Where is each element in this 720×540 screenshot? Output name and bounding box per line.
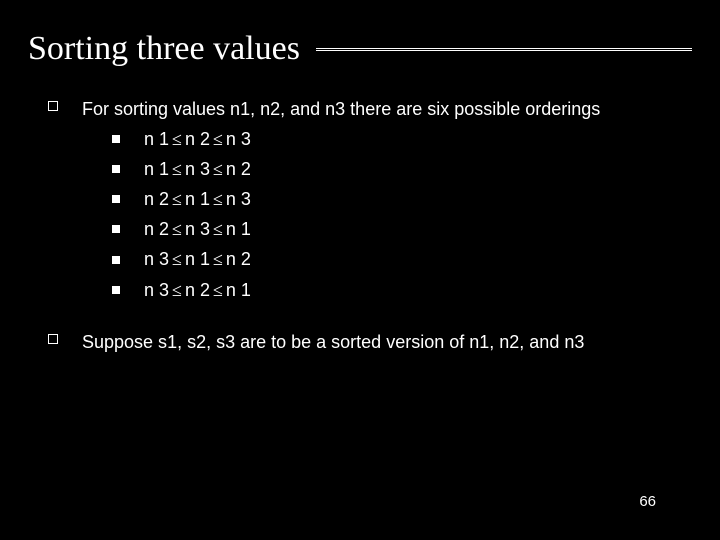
hollow-square-icon [48,334,58,344]
bullet-text-2: Suppose s1, s2, s3 are to be a sorted ve… [82,329,682,355]
title-rule [316,48,692,51]
bullet-text-1: For sorting values n1, n2, and n3 there … [82,96,682,307]
ordering-text: n 2≤n 3≤n 1 [144,216,251,242]
ordering-text: n 1≤n 3≤n 2 [144,156,251,182]
filled-square-icon [112,135,120,143]
list-item: n 2≤n 3≤n 1 [112,216,682,242]
ordering-list: n 1≤n 2≤n 3 n 1≤n 3≤n 2 n 2≤n 1≤n 3 n 2≤… [82,126,682,303]
title-row: Sorting three values [28,30,692,68]
t: 1, n [479,332,509,352]
list-item: n 3≤n 2≤n 1 [112,277,682,303]
bullet-item-1: For sorting values n1, n2, and n3 there … [48,96,682,307]
t: 1, n [240,99,270,119]
bullet-item-2: Suppose s1, s2, s3 are to be a sorted ve… [48,329,682,355]
t: 1, s [167,332,196,352]
list-item: n 2≤n 1≤n 3 [112,186,682,212]
slide: Sorting three values For sorting values … [0,0,720,540]
ordering-text: n 1≤n 2≤n 3 [144,126,251,152]
ordering-text: n 3≤n 2≤n 1 [144,277,251,303]
slide-body: For sorting values n1, n2, and n3 there … [28,96,692,355]
hollow-square-icon [48,101,58,111]
t: 2, s [196,332,225,352]
t: 3 [574,332,584,352]
t: For sorting values n [82,99,240,119]
list-item: n 1≤n 3≤n 2 [112,156,682,182]
filled-square-icon [112,286,120,294]
t: 2, and n [509,332,574,352]
t: 3 are to be a sorted version of n [225,332,479,352]
page-number: 66 [639,493,656,510]
filled-square-icon [112,256,120,264]
filled-square-icon [112,225,120,233]
t: 3 there are six possible orderings [335,99,600,119]
ordering-text: n 2≤n 1≤n 3 [144,186,251,212]
list-item: n 1≤n 2≤n 3 [112,126,682,152]
t: 2, and n [270,99,335,119]
list-item: n 3≤n 1≤n 2 [112,246,682,272]
t: Suppose s [82,332,167,352]
filled-square-icon [112,195,120,203]
ordering-text: n 3≤n 1≤n 2 [144,246,251,272]
filled-square-icon [112,165,120,173]
slide-title: Sorting three values [28,30,316,68]
